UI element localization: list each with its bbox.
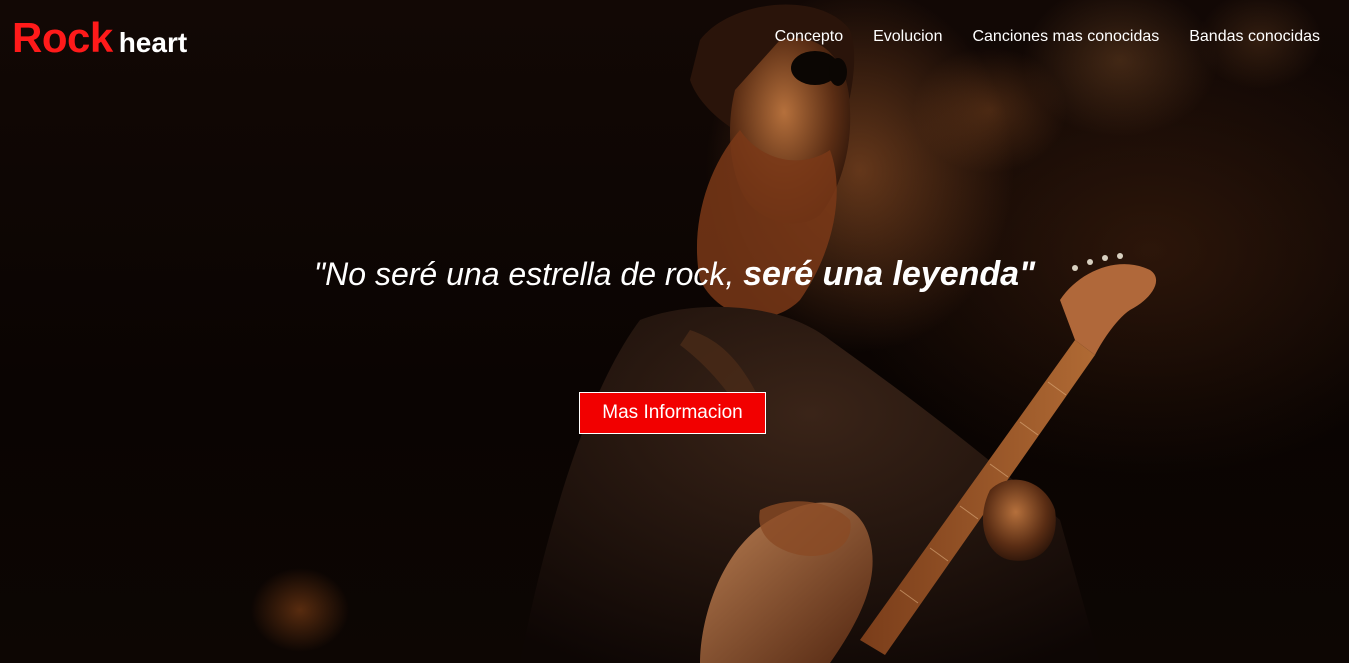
mas-informacion-button[interactable]: Mas Informacion [579, 392, 766, 434]
hero-quote-regular: "No seré una estrella de rock, [313, 256, 744, 292]
nav-link-bandas[interactable]: Bandas conocidas [1189, 28, 1320, 46]
main-nav: Concepto Evolucion Canciones mas conocid… [775, 28, 1320, 46]
hero-quote: "No seré una estrella de rock, seré una … [0, 255, 1349, 294]
site-logo[interactable]: Rock heart [12, 14, 187, 62]
hero-quote-bold: seré una leyenda" [743, 255, 1036, 293]
hero-section: Rock heart Concepto Evolucion Canciones m… [0, 0, 1349, 663]
guitarist-background-image [520, 4, 1157, 663]
nav-link-canciones[interactable]: Canciones mas conocidas [972, 28, 1159, 46]
logo-rock-text: Rock [12, 14, 113, 61]
site-header: Rock heart Concepto Evolucion Canciones m… [0, 0, 1349, 80]
logo-heart-text: heart [118, 27, 188, 58]
nav-link-concepto[interactable]: Concepto [775, 28, 844, 46]
nav-link-evolucion[interactable]: Evolucion [873, 28, 942, 46]
